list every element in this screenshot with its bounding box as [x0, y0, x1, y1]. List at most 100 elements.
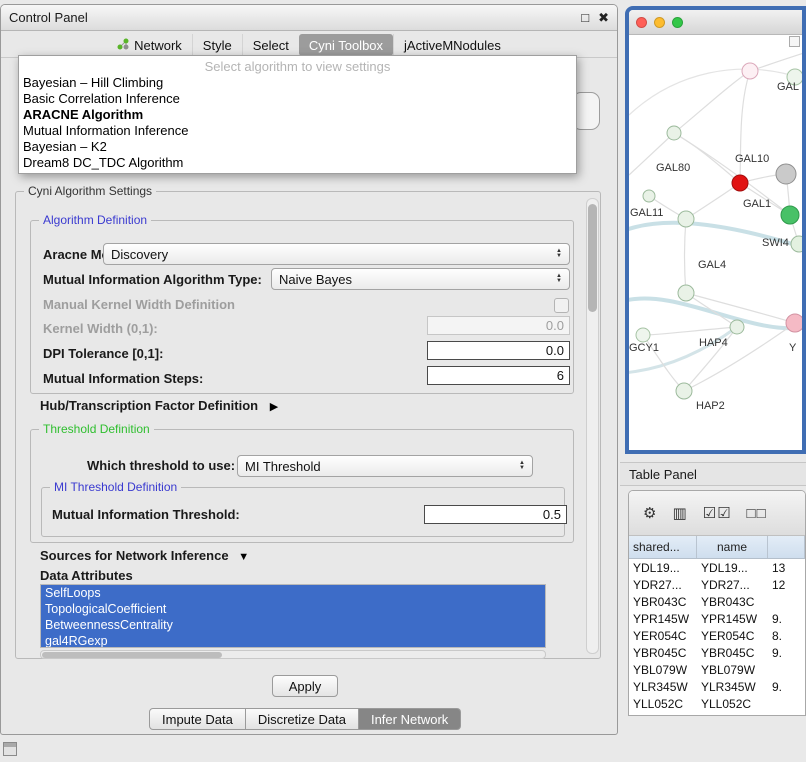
network-canvas[interactable]: GALGAL80GAL10GAL11GAL1SWI4GAL4GCY1HAP4YH… [629, 35, 802, 451]
attribute-item-gal4rgexp[interactable]: gal4RGexp [41, 633, 545, 648]
algorithm-selection-popup: Select algorithm to view settingsBayesia… [18, 55, 577, 174]
network-window-titlebar[interactable] [629, 10, 802, 35]
algorithm-option-dream8-dc-tdc-algorithm[interactable]: Dream8 DC_TDC Algorithm [19, 155, 576, 171]
table-cell: YBR043C [697, 595, 768, 609]
mi-steps-field[interactable] [427, 366, 570, 385]
network-node[interactable] [742, 63, 758, 79]
manual-kernel-label: Manual Kernel Width Definition [43, 297, 235, 313]
control-panel-titlebar[interactable]: Control Panel □ ✖ [1, 5, 617, 31]
attribute-item-selfloops[interactable]: SelfLoops [41, 585, 545, 601]
manual-kernel-checkbox[interactable] [554, 298, 569, 313]
algorithm-option-bayesian-hill-climbing[interactable]: Bayesian – Hill Climbing [19, 75, 576, 91]
network-node[interactable] [786, 314, 802, 332]
node-label-gal10: GAL10 [735, 153, 769, 165]
data-attributes-list[interactable]: SelfLoopsTopologicalCoefficientBetweenne… [40, 584, 546, 648]
which-threshold-dropdown[interactable]: MI Threshold ▲▼ [237, 455, 533, 477]
settings-gear-icon[interactable]: ⚙ [643, 504, 657, 522]
bottom-tab-impute-data[interactable]: Impute Data [149, 708, 246, 730]
tab-network[interactable]: Network [107, 34, 192, 56]
table-columns-icon[interactable]: ▥ [672, 504, 687, 522]
attributes-hscrollbar[interactable] [40, 650, 546, 659]
network-node[interactable] [678, 211, 694, 227]
node-label-swi4: SWI4 [762, 237, 789, 249]
zoom-light-icon[interactable] [672, 17, 683, 28]
algorithm-option-mutual-information-inference[interactable]: Mutual Information Inference [19, 123, 576, 139]
network-edge [674, 133, 790, 215]
float-window-icon[interactable]: □ [581, 10, 589, 26]
network-node[interactable] [791, 236, 802, 252]
bottom-tab-infer-network[interactable]: Infer Network [359, 708, 461, 730]
table-toolbar: ⚙ ▥ ☑☑ □□ [629, 491, 805, 536]
node-label-y: Y [789, 342, 797, 354]
mi-type-dropdown[interactable]: Naive Bayes ▲▼ [271, 268, 570, 290]
settings-scrollbar[interactable] [586, 198, 599, 654]
table-row[interactable]: YLL052CYLL052C [629, 695, 805, 712]
network-node[interactable] [667, 126, 681, 140]
table-header-row: shared...name [629, 536, 805, 559]
network-node[interactable] [676, 383, 692, 399]
node-label-gal4: GAL4 [698, 259, 726, 271]
algorithm-option-bayesian-k2[interactable]: Bayesian – K2 [19, 139, 576, 155]
table-row[interactable]: YDL19...YDL19...13 [629, 559, 805, 576]
dpi-tolerance-field[interactable] [427, 341, 570, 360]
table-row[interactable]: YBR043CYBR043C [629, 593, 805, 610]
aracne-mode-dropdown[interactable]: Discovery ▲▼ [103, 243, 570, 265]
table-cell: YBR045C [629, 646, 697, 660]
attribute-item-betweennesscentrality[interactable]: BetweennessCentrality [41, 617, 545, 633]
table-row[interactable]: YBR045CYBR045C9. [629, 644, 805, 661]
mi-threshold-field[interactable] [424, 505, 567, 524]
tab-style[interactable]: Style [192, 34, 242, 56]
dropdown-arrows-icon: ▲▼ [550, 249, 562, 259]
tab-select[interactable]: Select [242, 34, 299, 56]
sources-section-toggle[interactable]: Sources for Network Inference ▼ [40, 548, 249, 565]
bottom-tab-discretize-data[interactable]: Discretize Data [246, 708, 359, 730]
kernel-width-field[interactable] [427, 316, 570, 335]
tab-cyni-toolbox[interactable]: Cyni Toolbox [299, 34, 393, 56]
mi-type-value: Naive Bayes [279, 272, 352, 287]
column-header-2[interactable] [768, 536, 805, 558]
hub-section-toggle[interactable]: Hub/Transcription Factor Definition ▶ [40, 398, 278, 415]
minimize-light-icon[interactable] [654, 17, 665, 28]
sources-section-label: Sources for Network Inference [40, 548, 229, 563]
attribute-item-topologicalcoefficient[interactable]: TopologicalCoefficient [41, 601, 545, 617]
table-cell: 9. [768, 612, 805, 626]
table-row[interactable]: YER054CYER054C8. [629, 627, 805, 644]
table-cell: YDL19... [697, 561, 768, 575]
tab-jactivemnodules[interactable]: jActiveMNodules [393, 34, 511, 56]
table-row[interactable]: YLR345WYLR345W9. [629, 678, 805, 695]
deselect-all-icon[interactable]: □□ [747, 505, 767, 522]
close-window-icon[interactable]: ✖ [598, 10, 609, 26]
network-node[interactable] [730, 320, 744, 334]
column-header-shared[interactable]: shared... [629, 536, 697, 558]
network-node[interactable] [776, 164, 796, 184]
apply-button[interactable]: Apply [272, 675, 338, 697]
node-label-hap2: HAP2 [696, 400, 725, 412]
algorithm-option-aracne-algorithm[interactable]: ARACNE Algorithm [19, 107, 576, 123]
expanded-arrow-icon[interactable]: ▼ [238, 551, 249, 563]
node-label-gal1: GAL1 [743, 198, 771, 210]
network-node[interactable] [678, 285, 694, 301]
network-node[interactable] [732, 175, 748, 191]
close-light-icon[interactable] [636, 17, 647, 28]
network-node[interactable] [636, 328, 650, 342]
network-node[interactable] [643, 190, 655, 202]
table-row[interactable]: YDR27...YDR27...12 [629, 576, 805, 593]
network-icon [117, 38, 129, 53]
table-row[interactable]: YBL079WYBL079W [629, 661, 805, 678]
docked-panel-icon[interactable] [3, 742, 17, 756]
network-node[interactable] [781, 206, 799, 224]
settings-scrollbar-thumb[interactable] [588, 204, 597, 312]
attributes-hscrollbar-thumb[interactable] [42, 652, 222, 658]
select-all-icon[interactable]: ☑☑ [703, 504, 732, 522]
window-title: Control Panel [9, 10, 88, 25]
network-edge [643, 327, 737, 335]
table-panel-title: Table Panel [629, 467, 697, 482]
column-header-name[interactable]: name [697, 536, 768, 558]
table-cell: YLR345W [629, 680, 697, 694]
collapsed-arrow-icon[interactable]: ▶ [270, 401, 278, 413]
table-row[interactable]: YPR145WYPR145W9. [629, 610, 805, 627]
table-panel-header[interactable]: Table Panel [620, 462, 806, 486]
network-edge [740, 71, 750, 183]
mi-threshold-label: Mutual Information Threshold: [52, 507, 240, 523]
algorithm-option-basic-correlation-inference[interactable]: Basic Correlation Inference [19, 91, 576, 107]
